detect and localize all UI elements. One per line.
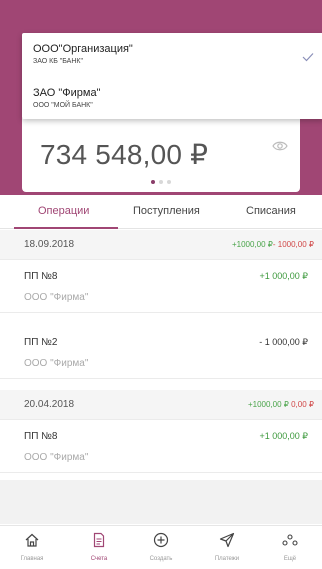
nav-home[interactable]: Главная xyxy=(4,532,60,562)
balance-amount: 734 548,00 ₽ xyxy=(40,139,209,170)
group-income: +1000,00 ₽ xyxy=(231,240,273,249)
operation-amount: +1 000,00 ₽ xyxy=(259,431,308,441)
operation-row[interactable]: ПП №2 ООО "Фирма" - 1 000,00 ₽ xyxy=(0,327,322,379)
operation-counterparty: ООО "Фирма" xyxy=(24,452,89,463)
operation-amount: +1 000,00 ₽ xyxy=(259,271,308,281)
group-expense: 0,00 ₽ xyxy=(291,400,314,409)
plus-circle-icon xyxy=(153,532,169,548)
operation-counterparty: ООО "Фирма" xyxy=(24,358,89,369)
nav-label: Платежи xyxy=(214,556,240,562)
operation-amount: - 1 000,00 ₽ xyxy=(259,337,308,347)
account-bank: ООО "МОЙ БАНК" xyxy=(33,102,93,109)
pager-dot xyxy=(167,180,171,184)
group-expense: - 1000,00 ₽ xyxy=(272,240,314,249)
date-group-header: 18.09.2018 +1000,00 ₽- 1000,00 ₽ xyxy=(0,230,322,260)
active-tab-indicator xyxy=(14,227,118,229)
paper-plane-icon xyxy=(219,532,235,548)
group-totals: +1000,00 ₽- 1000,00 ₽ xyxy=(232,240,314,249)
balance-card[interactable]: 734 548,00 ₽ xyxy=(22,118,300,192)
home-icon xyxy=(25,533,39,547)
operation-title: ПП №8 xyxy=(24,271,58,282)
group-date: 18.09.2018 xyxy=(24,239,75,250)
group-income: +1000,00 ₽ xyxy=(247,400,289,409)
nav-payments[interactable]: Платежи xyxy=(199,532,255,562)
more-icon xyxy=(282,534,298,546)
account-option[interactable]: ЗАО "Фирма" ООО "МОЙ БАНК" xyxy=(33,87,100,109)
nav-more[interactable]: Ещё xyxy=(262,532,318,562)
group-totals: +1000,00 ₽ 0,00 ₽ xyxy=(248,400,314,409)
account-name: ООО"Организация" xyxy=(33,43,133,55)
operation-title: ПП №8 xyxy=(24,431,58,442)
pager-dot-active xyxy=(151,180,155,184)
account-name: ЗАО "Фирма" xyxy=(33,87,101,99)
operation-row[interactable]: ПП №8 ООО "Фирма" +1 000,00 ₽ xyxy=(0,421,322,473)
tab-income[interactable]: Поступления xyxy=(133,205,200,217)
account-dropdown: ООО"Организация" ЗАО КБ "БАНК" ЗАО "Фирм… xyxy=(22,33,322,119)
document-icon xyxy=(93,532,105,548)
nav-label: Ещё xyxy=(283,556,297,562)
bottom-navigation: Главная Счета Создать Платежи Ещё xyxy=(0,525,322,569)
tab-expenses[interactable]: Списания xyxy=(246,205,296,217)
pager-dot xyxy=(159,180,163,184)
nav-label: Счета xyxy=(90,556,108,562)
nav-label: Главная xyxy=(20,556,44,562)
operations-tabs: Операции Поступления Списания xyxy=(0,195,322,229)
check-icon xyxy=(302,53,314,62)
tab-operations[interactable]: Операции xyxy=(38,205,89,217)
group-date: 20.04.2018 xyxy=(24,399,75,410)
account-bank: ЗАО КБ "БАНК" xyxy=(33,58,83,65)
list-empty-space xyxy=(0,480,322,524)
account-option[interactable]: ООО"Организация" ЗАО КБ "БАНК" xyxy=(33,43,133,65)
card-pager xyxy=(22,180,300,184)
date-group-header: 20.04.2018 +1000,00 ₽ 0,00 ₽ xyxy=(0,390,322,420)
nav-create[interactable]: Создать xyxy=(133,532,189,562)
operation-title: ПП №2 xyxy=(24,337,58,348)
nav-label: Создать xyxy=(149,556,173,562)
nav-accounts[interactable]: Счета xyxy=(71,532,127,562)
eye-icon[interactable] xyxy=(272,140,288,152)
operation-counterparty: ООО "Фирма" xyxy=(24,292,89,303)
operation-row[interactable]: ПП №8 ООО "Фирма" +1 000,00 ₽ xyxy=(0,261,322,313)
